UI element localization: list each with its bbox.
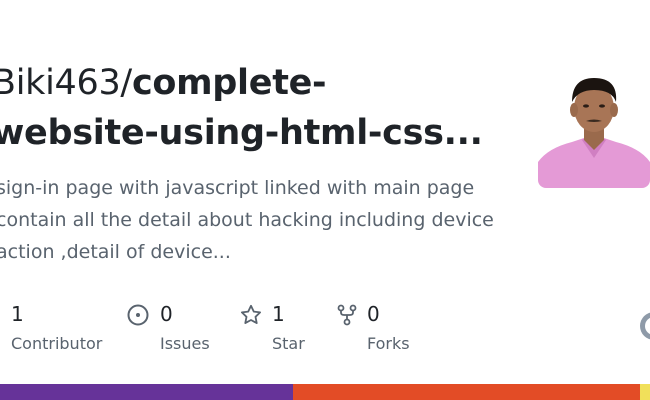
language-bar: [0, 384, 650, 400]
stat-issues[interactable]: 0 Issues: [127, 300, 227, 360]
stat-stars[interactable]: 1 Star: [240, 300, 330, 360]
contributors-label: Contributor: [11, 334, 103, 353]
issues-count: 0: [160, 302, 173, 326]
language-segment: [640, 384, 650, 400]
repo-stats: 1 Contributor 0 Issues 1 Star 0 Forks: [0, 300, 650, 360]
description-line-1: sign-in page with javascript linked with…: [0, 177, 475, 199]
fork-icon: [337, 304, 357, 326]
repo-title: Biki463/complete- website-using-html-css…: [0, 58, 512, 158]
stat-contributors[interactable]: 1 Contributor: [0, 300, 110, 360]
stat-forks[interactable]: 0 Forks: [336, 300, 436, 360]
description-line-2: contain all the detail about hacking inc…: [0, 209, 494, 231]
owner-avatar: [538, 74, 650, 188]
language-segment: [292, 384, 641, 400]
stars-count: 1: [272, 302, 285, 326]
stars-label: Star: [272, 334, 305, 353]
description-line-3: action ,detail of device...: [0, 241, 231, 263]
language-segment: [0, 384, 293, 400]
repo-name-line2: website-using-html-css...: [0, 113, 483, 153]
forks-count: 0: [367, 302, 380, 326]
avatar-portrait: [538, 74, 650, 188]
issues-label: Issues: [160, 334, 210, 353]
forks-label: Forks: [367, 334, 410, 353]
issue-opened-icon: [127, 304, 149, 326]
star-icon: [241, 304, 261, 324]
repo-name-line1: complete-: [131, 63, 327, 103]
repo-owner: Biki463/: [0, 63, 132, 103]
repo-description: sign-in page with javascript linked with…: [0, 172, 516, 268]
contributors-count: 1: [11, 302, 24, 326]
